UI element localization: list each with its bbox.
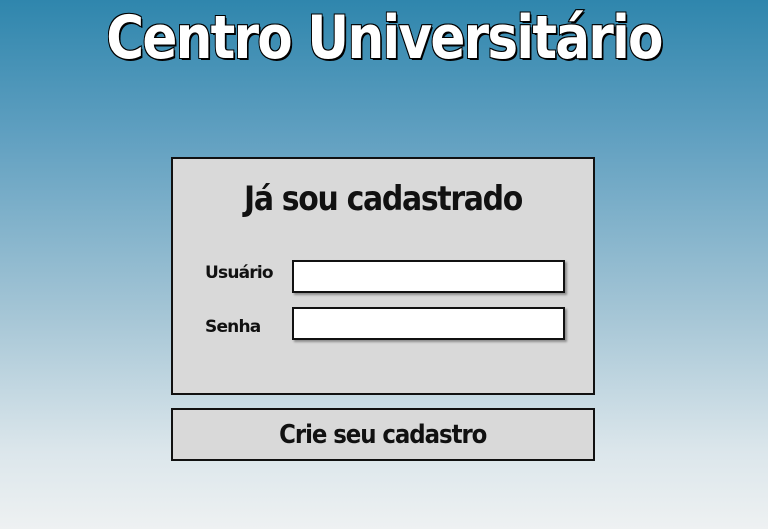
- login-title: Já sou cadastrado: [244, 179, 523, 219]
- app-title: Centro Universitário: [105, 3, 664, 73]
- create-account-button[interactable]: Crie seu cadastro: [171, 408, 595, 461]
- login-panel: Já sou cadastrado Usuário Senha: [171, 157, 595, 395]
- password-input[interactable]: [292, 307, 565, 340]
- password-label: Senha: [205, 317, 261, 337]
- username-label: Usuário: [205, 263, 274, 283]
- create-account-label: Crie seu cadastro: [279, 419, 487, 450]
- username-input[interactable]: [292, 260, 565, 293]
